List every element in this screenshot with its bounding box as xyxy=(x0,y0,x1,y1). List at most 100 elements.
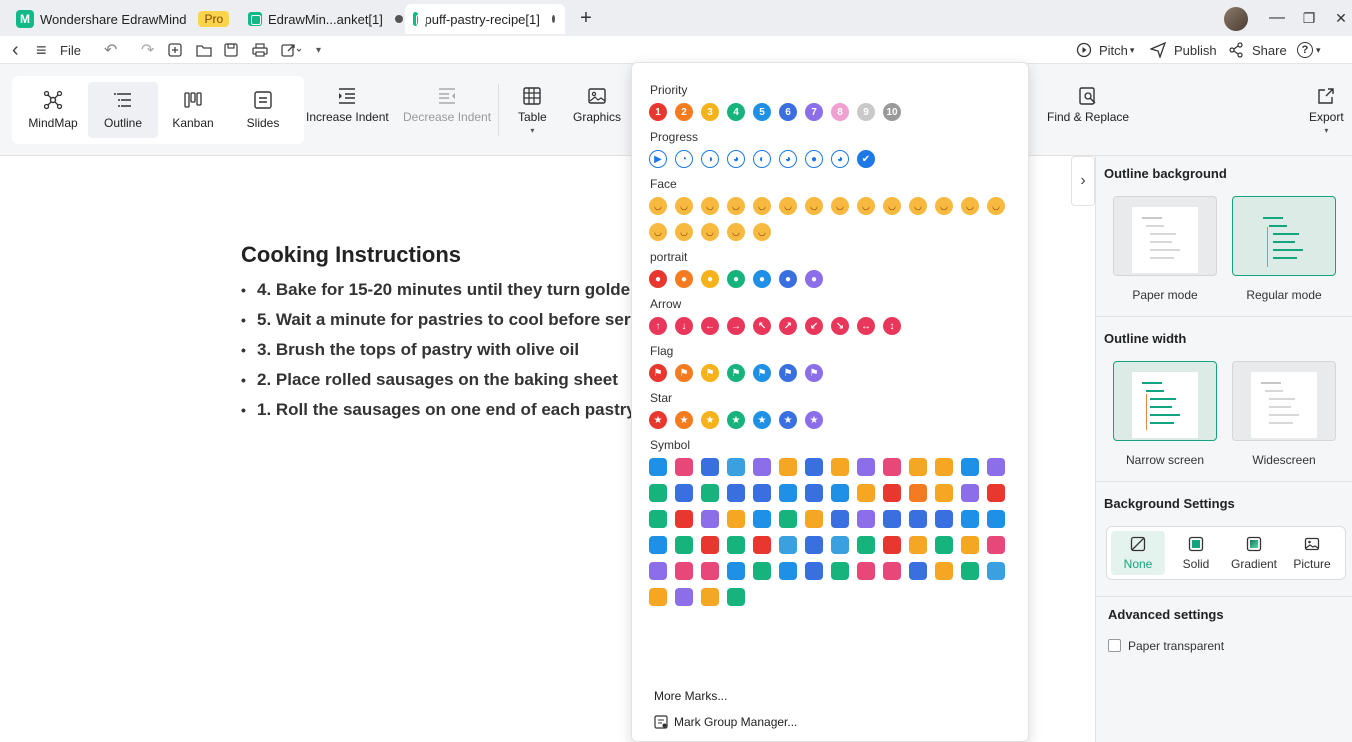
symbol-43-icon[interactable] xyxy=(649,536,667,554)
priority-8-icon[interactable]: 8 xyxy=(831,103,849,121)
maximize-button[interactable]: ❐ xyxy=(1296,6,1322,30)
widescreen-card[interactable] xyxy=(1232,361,1336,441)
symbol-51-icon[interactable] xyxy=(857,536,875,554)
outline-item[interactable]: • 3. Brush the tops of pastry with olive … xyxy=(241,340,661,360)
symbol-15-icon[interactable] xyxy=(649,484,667,502)
minimize-button[interactable]: — xyxy=(1264,6,1290,30)
symbol-74-icon[interactable] xyxy=(727,588,745,606)
symbol-63-icon[interactable] xyxy=(805,562,823,580)
symbol-47-icon[interactable] xyxy=(753,536,771,554)
flag-icon[interactable]: ⚑ xyxy=(675,364,693,382)
symbol-33-icon[interactable] xyxy=(753,510,771,528)
face-9-icon[interactable]: ◡ xyxy=(857,197,875,215)
bg-gradient-button[interactable]: Gradient xyxy=(1227,531,1281,575)
export-share-icon[interactable] xyxy=(281,40,301,60)
symbol-70-icon[interactable] xyxy=(987,562,1005,580)
arrow-3-icon[interactable]: ← xyxy=(701,317,719,335)
symbol-41-icon[interactable] xyxy=(961,510,979,528)
symbol-10-icon[interactable] xyxy=(883,458,901,476)
symbol-72-icon[interactable] xyxy=(675,588,693,606)
symbol-45-icon[interactable] xyxy=(701,536,719,554)
bg-picture-button[interactable]: Picture xyxy=(1285,531,1339,575)
paper-transparent-checkbox[interactable] xyxy=(1108,639,1121,652)
symbol-40-icon[interactable] xyxy=(935,510,953,528)
undo-icon[interactable]: ↶ xyxy=(104,40,117,60)
symbol-26-icon[interactable] xyxy=(935,484,953,502)
decrease-indent-button[interactable]: Decrease Indent xyxy=(403,86,491,124)
priority-10-icon[interactable]: 10 xyxy=(883,103,901,121)
star-icon[interactable]: ★ xyxy=(727,411,745,429)
mark-group-manager-link[interactable]: Mark Group Manager... xyxy=(654,715,797,729)
symbol-50-icon[interactable] xyxy=(831,536,849,554)
face-11-icon[interactable]: ◡ xyxy=(909,197,927,215)
outline-item[interactable]: • 4. Bake for 15-20 minutes until they tu… xyxy=(241,280,661,300)
face-12-icon[interactable]: ◡ xyxy=(935,197,953,215)
outline-item[interactable]: • 1. Roll the sausages on one end of each… xyxy=(241,400,661,420)
new-file-icon[interactable] xyxy=(168,40,182,60)
symbol-61-icon[interactable] xyxy=(753,562,771,580)
flag-icon[interactable]: ⚑ xyxy=(701,364,719,382)
symbol-24-icon[interactable] xyxy=(883,484,901,502)
face-17-icon[interactable]: ◡ xyxy=(701,223,719,241)
symbol-8-icon[interactable] xyxy=(831,458,849,476)
portrait-person-icon[interactable]: ● xyxy=(753,270,771,288)
flag-icon[interactable]: ⚑ xyxy=(649,364,667,382)
portrait-person-icon[interactable]: ● xyxy=(805,270,823,288)
symbol-2-icon[interactable] xyxy=(675,458,693,476)
symbol-7-icon[interactable] xyxy=(805,458,823,476)
symbol-54-icon[interactable] xyxy=(935,536,953,554)
progress-8-icon[interactable]: ◕ xyxy=(831,150,849,168)
symbol-9-icon[interactable] xyxy=(857,458,875,476)
symbol-16-icon[interactable] xyxy=(675,484,693,502)
symbol-19-icon[interactable] xyxy=(753,484,771,502)
symbol-25-icon[interactable] xyxy=(909,484,927,502)
symbol-28-icon[interactable] xyxy=(987,484,1005,502)
priority-2-icon[interactable]: 2 xyxy=(675,103,693,121)
symbol-30-icon[interactable] xyxy=(675,510,693,528)
open-folder-icon[interactable] xyxy=(196,40,212,60)
symbol-73-icon[interactable] xyxy=(701,588,719,606)
symbol-20-icon[interactable] xyxy=(779,484,797,502)
priority-1-icon[interactable]: 1 xyxy=(649,103,667,121)
symbol-64-icon[interactable] xyxy=(831,562,849,580)
tab-app[interactable]: M Wondershare EdrawMind Pro xyxy=(8,4,239,34)
portrait-person-icon[interactable]: ● xyxy=(649,270,667,288)
symbol-58-icon[interactable] xyxy=(675,562,693,580)
symbol-71-icon[interactable] xyxy=(649,588,667,606)
flag-icon[interactable]: ⚑ xyxy=(727,364,745,382)
bg-none-button[interactable]: None xyxy=(1111,531,1165,575)
arrow-7-icon[interactable]: ↙ xyxy=(805,317,823,335)
graphics-button[interactable]: Graphics xyxy=(573,86,621,124)
panel-collapse-chevron-icon[interactable]: › xyxy=(1071,156,1095,206)
priority-6-icon[interactable]: 6 xyxy=(779,103,797,121)
symbol-69-icon[interactable] xyxy=(961,562,979,580)
more-marks-link[interactable]: More Marks... xyxy=(654,689,727,703)
priority-4-icon[interactable]: 4 xyxy=(727,103,745,121)
face-5-icon[interactable]: ◡ xyxy=(753,197,771,215)
tab-document-blanket[interactable]: EdrawMin...anket[1] xyxy=(240,4,413,34)
face-13-icon[interactable]: ◡ xyxy=(961,197,979,215)
symbol-31-icon[interactable] xyxy=(701,510,719,528)
arrow-4-icon[interactable]: → xyxy=(727,317,745,335)
symbol-13-icon[interactable] xyxy=(961,458,979,476)
symbol-57-icon[interactable] xyxy=(649,562,667,580)
publish-button[interactable]: Publish xyxy=(1150,40,1217,60)
symbol-62-icon[interactable] xyxy=(779,562,797,580)
star-icon[interactable]: ★ xyxy=(701,411,719,429)
close-button[interactable]: ✕ xyxy=(1328,6,1352,30)
increase-indent-button[interactable]: Increase Indent xyxy=(306,86,389,124)
symbol-18-icon[interactable] xyxy=(727,484,745,502)
symbol-49-icon[interactable] xyxy=(805,536,823,554)
print-icon[interactable] xyxy=(252,40,268,60)
portrait-person-icon[interactable]: ● xyxy=(779,270,797,288)
symbol-6-icon[interactable] xyxy=(779,458,797,476)
pitch-button[interactable]: Pitch ▾ xyxy=(1076,40,1134,60)
face-10-icon[interactable]: ◡ xyxy=(883,197,901,215)
export-button[interactable]: Export ▾ xyxy=(1309,86,1344,135)
portrait-person-icon[interactable]: ● xyxy=(701,270,719,288)
table-button[interactable]: Table ▾ xyxy=(518,86,547,135)
flag-icon[interactable]: ⚑ xyxy=(805,364,823,382)
priority-9-icon[interactable]: 9 xyxy=(857,103,875,121)
star-icon[interactable]: ★ xyxy=(675,411,693,429)
symbol-29-icon[interactable] xyxy=(649,510,667,528)
